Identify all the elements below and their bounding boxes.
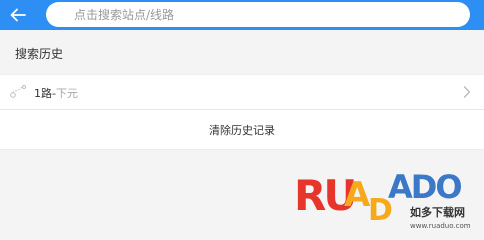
clear-history-button[interactable]: 清除历史记录: [0, 110, 484, 150]
app-screen: 搜索历史 1路-下元 清除历史记录 RU A D ADO 如多下载网 www.r…: [0, 0, 484, 236]
history-item[interactable]: 1路-下元: [0, 74, 484, 110]
route-name: 1路: [34, 87, 52, 100]
watermark-site-url: www.ruaduo.com: [410, 222, 471, 230]
back-button[interactable]: [6, 3, 30, 27]
svg-text:ADO: ADO: [388, 168, 461, 206]
history-section-header: 搜索历史: [0, 30, 484, 74]
arrow-left-icon: [10, 8, 26, 22]
search-box[interactable]: [46, 2, 470, 27]
watermark-site-name: 如多下载网: [410, 205, 465, 219]
chevron-right-icon: [463, 86, 471, 98]
route-destination: 下元: [55, 87, 78, 100]
history-title: 搜索历史: [15, 47, 64, 61]
bus-route-icon: [10, 84, 27, 98]
history-item-label: 1路-下元: [34, 85, 78, 101]
svg-text:A: A: [344, 175, 371, 215]
clear-history-label: 清除历史记录: [209, 123, 275, 137]
search-input[interactable]: [74, 2, 470, 27]
top-bar: [0, 0, 484, 30]
watermark-logo: RU A D ADO 如多下载网 www.ruaduo.com: [294, 168, 471, 230]
